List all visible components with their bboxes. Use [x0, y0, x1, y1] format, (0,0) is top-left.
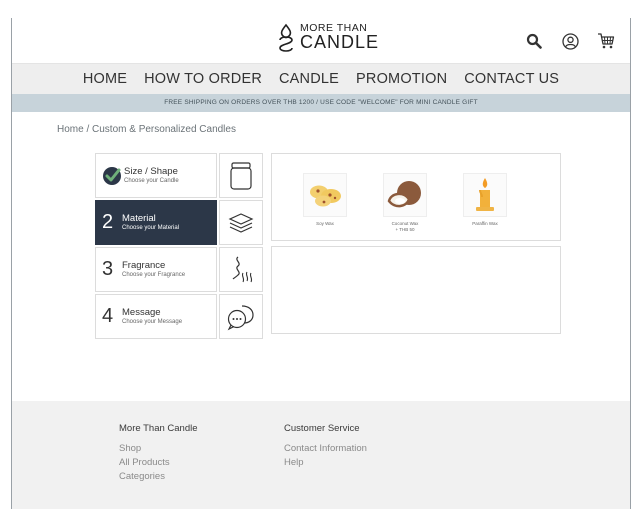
footer-link-contact-information[interactable]: Contact Information [284, 443, 367, 454]
step-number: 3 [102, 258, 114, 280]
nav-promotion[interactable]: PROMOTION [356, 71, 447, 87]
material-option-paraffin[interactable]: Paraffin Wax [462, 173, 508, 233]
step-title: Message [122, 306, 161, 318]
footer-link-categories[interactable]: Categories [119, 471, 198, 482]
step-subtitle: Choose your Fragrance [122, 271, 186, 278]
coconut-icon [383, 173, 427, 217]
step-subtitle: Choose your Message [122, 318, 183, 325]
footer-link-shop[interactable]: Shop [119, 443, 198, 454]
site-logo[interactable]: MORE THAN CANDLE [275, 22, 379, 52]
material-label: Soy Wax [316, 221, 334, 226]
material-option-coconut[interactable]: Coconut Wax + THB 50 [382, 173, 428, 233]
nav-home[interactable]: HOME [83, 71, 127, 87]
step-title: Size / Shape [124, 165, 178, 177]
account-icon[interactable] [560, 31, 580, 51]
candle-logo-icon [279, 23, 293, 52]
footer-link-all-products[interactable]: All Products [119, 457, 198, 468]
soy-icon [303, 173, 347, 217]
check-icon [103, 166, 121, 185]
message-icon [219, 294, 263, 339]
material-label: Paraffin Wax [472, 221, 498, 226]
browser-frame: MORE THAN CANDLE HOME HOW TO ORDER CANDL… [11, 18, 631, 509]
step-number: 2 [102, 211, 114, 233]
main-nav: HOME HOW TO ORDER CANDLE PROMOTION CONTA… [12, 64, 630, 94]
details-panel [271, 246, 561, 334]
footer-heading: More Than Candle [119, 423, 198, 434]
nav-how-to-order[interactable]: HOW TO ORDER [144, 71, 262, 87]
step-size-shape[interactable]: Size / Shape Choose your Candle [95, 153, 217, 198]
logo-text-bottom: CANDLE [300, 32, 380, 53]
step-subtitle: Choose your Material [122, 224, 180, 231]
search-icon[interactable] [524, 31, 544, 51]
cart-icon[interactable] [596, 31, 616, 51]
paraffin-icon [463, 173, 507, 217]
nav-candle[interactable]: CANDLE [279, 71, 339, 87]
step-subtitle: Choose your Candle [124, 177, 179, 184]
footer-link-help[interactable]: Help [284, 457, 367, 468]
scent-icon [219, 247, 263, 292]
nav-contact-us[interactable]: CONTACT US [464, 71, 559, 87]
site-footer: More Than Candle Shop All Products Categ… [12, 401, 630, 509]
jar-icon [219, 153, 263, 198]
layers-icon [219, 200, 263, 245]
step-title: Material [122, 212, 156, 224]
step-message[interactable]: 4 Message Choose your Message [95, 294, 217, 339]
material-option-soy[interactable]: Soy Wax [302, 173, 348, 233]
step-material[interactable]: 2 Material Choose your Material [95, 200, 217, 245]
site-header: MORE THAN CANDLE [12, 18, 630, 64]
step-fragrance[interactable]: 3 Fragrance Choose your Fragrance [95, 247, 217, 292]
footer-column-brand: More Than Candle Shop All Products Categ… [119, 423, 198, 485]
footer-heading: Customer Service [284, 423, 360, 434]
step-number: 4 [102, 305, 114, 327]
material-options-panel: Soy Wax Coconut Wax + THB 50 Paraffin Wa… [271, 153, 561, 241]
footer-column-service: Customer Service Contact Information Hel… [284, 423, 367, 471]
material-price: + THB 50 [395, 226, 415, 232]
breadcrumb[interactable]: Home / Custom & Personalized Candles [57, 124, 236, 135]
step-title: Fragrance [122, 259, 166, 271]
promo-banner: FREE SHIPPING ON ORDERS OVER THB 1200 / … [12, 94, 630, 112]
